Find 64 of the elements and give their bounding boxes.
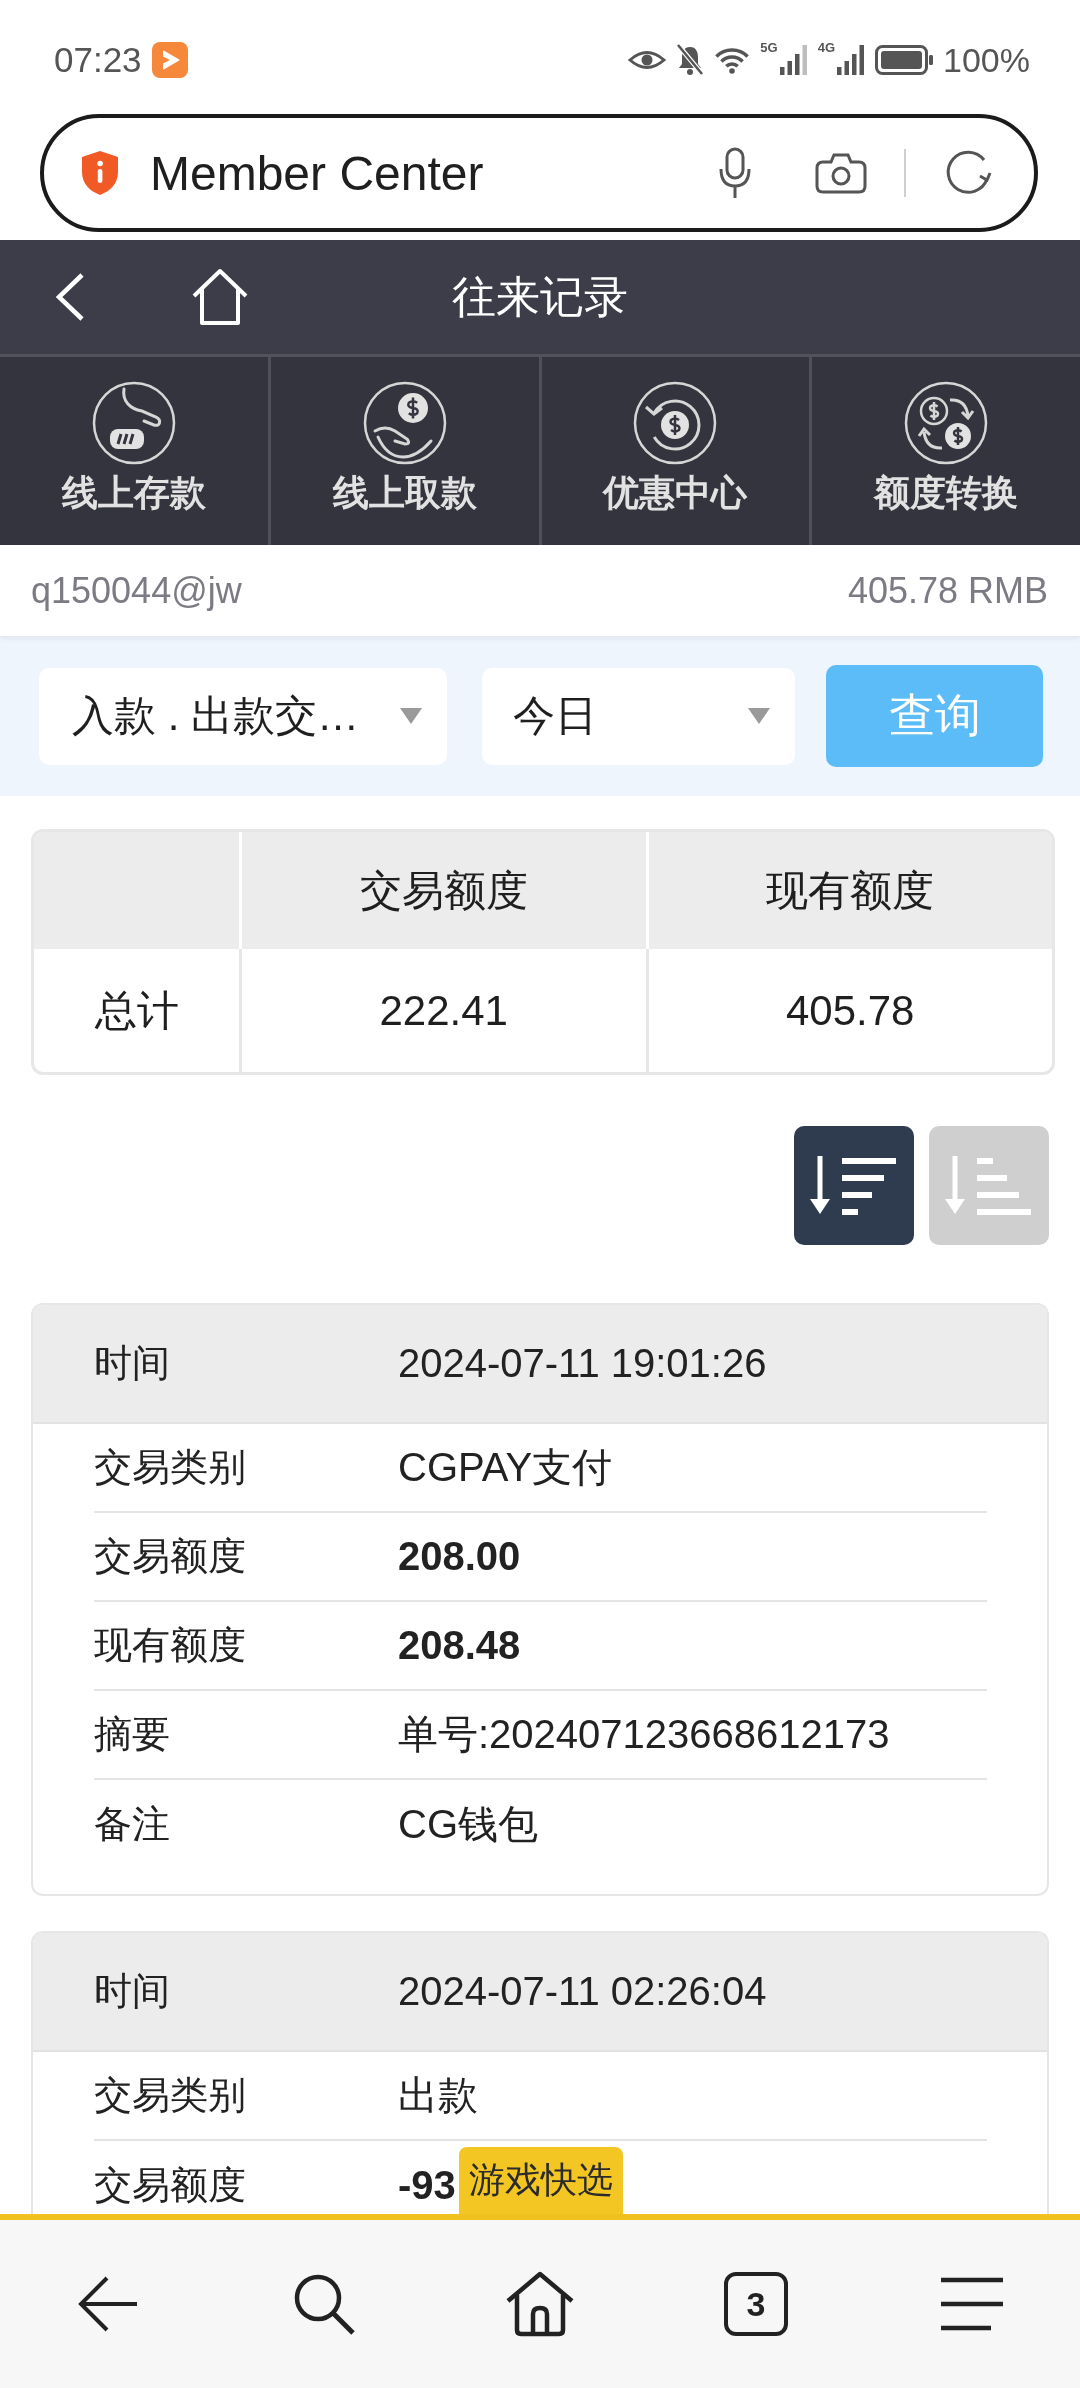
period-select[interactable]: 今日	[482, 667, 795, 765]
shortcut-button[interactable]: 优惠中心	[538, 357, 810, 545]
status-time: 07:23	[54, 40, 142, 80]
table-row-header-cell-text: 总计	[93, 985, 180, 1036]
microphone-icon[interactable]	[718, 147, 752, 199]
field-label: 交易额度	[94, 1534, 246, 1579]
field-value: 出款	[398, 2072, 478, 2119]
field-value: 2024-07-11 02:26:04	[398, 1969, 767, 2014]
page-title-text: Member Center	[150, 145, 484, 201]
field-value: 单号:202407123668612173	[398, 1711, 890, 1758]
home-icon[interactable]	[190, 267, 250, 327]
field-label: 摘要	[94, 1712, 170, 1757]
username-text: q150044@jw	[31, 569, 242, 612]
coin-refresh-icon	[633, 381, 718, 465]
back-icon[interactable]	[55, 272, 85, 322]
shield-icon	[80, 150, 120, 196]
hand-coin-icon	[362, 381, 447, 465]
muted-bell-icon	[676, 44, 705, 76]
shortcut-button[interactable]: 线上取款	[267, 357, 539, 545]
field-label: 交易类别	[94, 2073, 246, 2118]
address-bar[interactable]: Member Center	[40, 114, 1038, 232]
app-notification-icon	[151, 42, 188, 78]
field-label: 现有额度	[94, 1623, 246, 1668]
shortcut-button[interactable]: 线上存款	[0, 357, 268, 545]
dropdown-caret-icon	[748, 708, 770, 724]
type-select[interactable]: 入款 . 出款交…	[39, 667, 447, 765]
field-value: CG钱包	[398, 1801, 538, 1848]
network-type-label: 4G	[817, 40, 836, 55]
tab-switcher-button[interactable]: 3	[724, 2272, 788, 2336]
signal-icon	[837, 45, 866, 75]
field-label: 时间	[94, 1341, 170, 1386]
field-value: 2024-07-11 19:01:26	[398, 1341, 767, 1386]
signal-icon	[779, 45, 808, 75]
battery-percentage: 100%	[943, 40, 1030, 80]
sort-descending-icon	[810, 1155, 898, 1216]
shortcut-button[interactable]: 额度转换	[809, 357, 1080, 545]
dropdown-caret-icon	[400, 708, 422, 724]
home-icon[interactable]	[505, 2271, 575, 2337]
floating-tab[interactable]: 游戏快选	[459, 2147, 623, 2214]
coin-exchange-icon	[904, 381, 989, 465]
balance-text: 405.78 RMB	[847, 569, 1048, 612]
field-label: 备注	[94, 1802, 170, 1847]
search-icon[interactable]	[292, 2272, 356, 2336]
table-cell: 222.41	[239, 949, 646, 1072]
eye-icon	[628, 48, 667, 72]
camera-icon[interactable]	[815, 152, 867, 194]
sort-button[interactable]	[794, 1126, 914, 1245]
wifi-icon	[714, 46, 751, 74]
field-value: 208.48	[398, 1623, 521, 1668]
field-label: 交易额度	[94, 2163, 246, 2208]
sort-ascending-icon	[945, 1155, 1033, 1216]
network-type-label: 5G	[760, 40, 778, 55]
battery-icon	[875, 45, 934, 75]
field-value: CGPAY支付	[398, 1444, 613, 1491]
menu-icon[interactable]	[941, 2276, 1003, 2332]
table-cell: 405.78	[645, 949, 1052, 1072]
table-header-cell: 交易额度	[239, 832, 646, 949]
field-value: 208.00	[398, 1534, 521, 1579]
back-arrow-icon[interactable]	[77, 2274, 139, 2334]
hand-card-icon	[91, 381, 176, 465]
field-label: 时间	[94, 1969, 170, 2014]
field-value: -93	[398, 2163, 456, 2208]
page-title: 往来记录	[452, 270, 628, 323]
field-label: 交易类别	[94, 1445, 246, 1490]
